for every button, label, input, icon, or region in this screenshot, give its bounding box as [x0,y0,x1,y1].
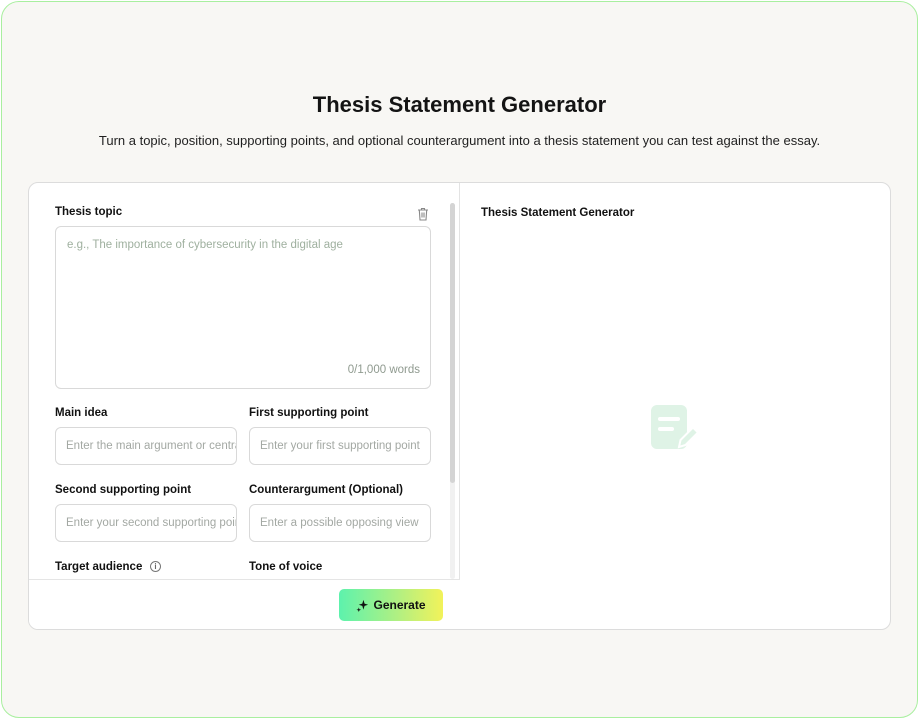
main-idea-input[interactable]: Enter the main argument or central claim [55,427,237,465]
first-point-placeholder: Enter your first supporting point [260,440,420,452]
word-count: 0/1,000 words [347,364,420,376]
output-title: Thesis Statement Generator [481,207,635,219]
audience-label: Target audience [55,561,143,573]
second-point-input[interactable]: Enter your second supporting point [55,504,237,542]
main-idea-label: Main idea [55,407,108,419]
panel-footer: Generate [29,579,460,629]
generator-card: Thesis topic e.g., The importance of cyb… [28,182,891,630]
tone-label: Tone of voice [249,561,323,573]
first-point-input[interactable]: Enter your first supporting point [249,427,431,465]
second-point-placeholder: Enter your second supporting point [66,517,237,529]
second-point-label: Second supporting point [55,484,192,496]
document-edit-icon [651,405,699,449]
generate-button[interactable]: Generate [339,589,443,621]
trash-icon[interactable] [417,207,429,221]
input-panel: Thesis topic e.g., The importance of cyb… [29,183,460,629]
page-subtitle: Turn a topic, position, supporting point… [98,133,821,148]
output-panel: Thesis Statement Generator [461,183,890,629]
counter-input[interactable]: Enter a possible opposing view [249,504,431,542]
page-title: Thesis Statement Generator [312,92,607,117]
main-idea-placeholder: Enter the main argument or central claim [66,440,236,452]
scrollbar-thumb[interactable] [450,203,455,483]
app-frame: Thesis Statement Generator Turn a topic,… [1,1,918,718]
counter-label: Counterargument (Optional) [249,484,403,496]
counter-placeholder: Enter a possible opposing view [260,517,419,529]
topic-textarea[interactable]: e.g., The importance of cybersecurity in… [55,226,431,389]
first-point-label: First supporting point [249,407,369,419]
info-icon[interactable]: i [150,561,161,572]
sparkle-icon [356,599,369,612]
topic-placeholder: e.g., The importance of cybersecurity in… [67,239,343,251]
generate-label: Generate [373,598,426,612]
topic-label: Thesis topic [55,206,123,218]
